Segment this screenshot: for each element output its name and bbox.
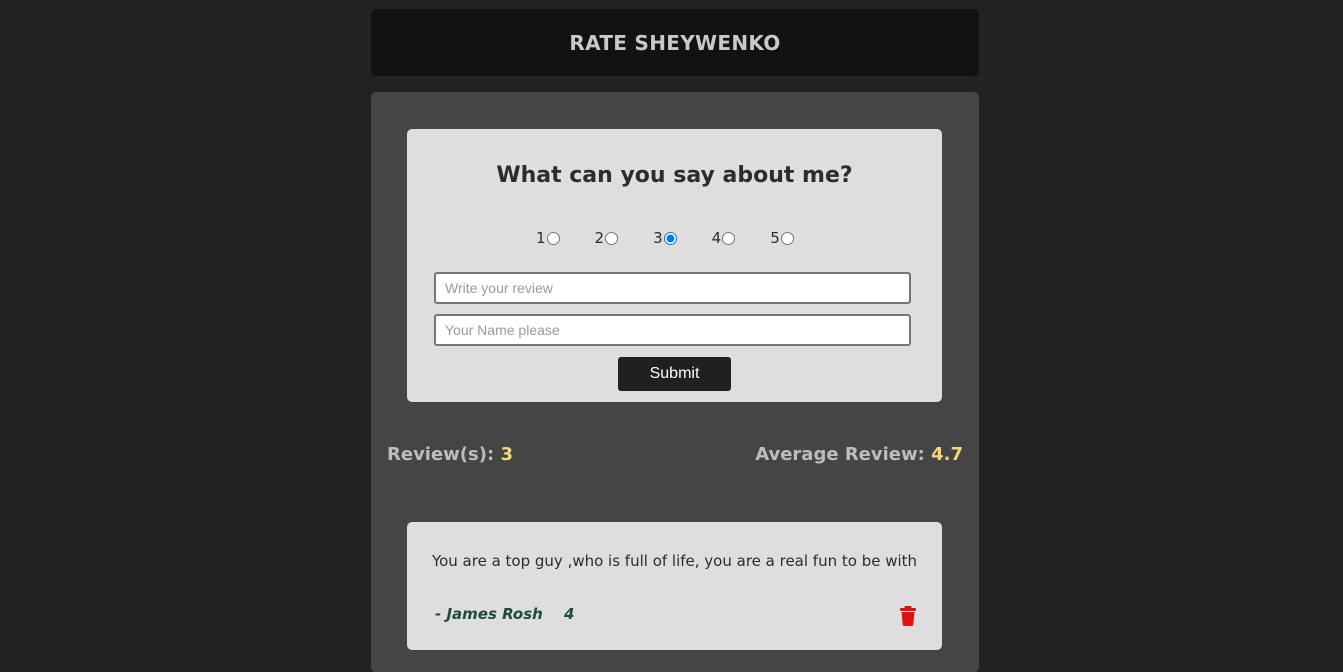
review-form: What can you say about me? 1 2 3 4 5 Wri… — [407, 129, 942, 402]
rating-option-5[interactable]: 5 — [770, 229, 794, 247]
rating-option-4[interactable]: 4 — [712, 229, 736, 247]
review-card: You are a top guy ,who is full of life, … — [407, 522, 942, 650]
review-rating: 4 — [564, 605, 575, 623]
rating-radio-5[interactable] — [780, 231, 794, 245]
average-review-value: 4.7 — [931, 444, 963, 465]
delete-review-button[interactable] — [900, 606, 916, 626]
review-author: - James Rosh — [435, 605, 543, 623]
average-review: Average Review: 4.7 — [755, 444, 963, 465]
trash-icon — [900, 606, 916, 626]
form-heading: What can you say about me? — [496, 163, 853, 188]
page-title: RATE SHEYWENKO — [569, 30, 781, 55]
review-input[interactable] — [434, 272, 911, 304]
rating-option-2[interactable]: 2 — [595, 229, 619, 247]
submit-button[interactable]: Submit — [618, 357, 731, 391]
rating-option-label: 1 — [536, 229, 546, 247]
rating-radio-1[interactable] — [546, 231, 560, 245]
review-text: You are a top guy ,who is full of life, … — [431, 552, 918, 570]
page-header: RATE SHEYWENKO — [371, 9, 979, 76]
rating-option-3[interactable]: 3 — [653, 229, 677, 247]
rating-radio-2[interactable] — [605, 231, 619, 245]
rating-option-label: 3 — [653, 229, 663, 247]
review-count-value: 3 — [500, 444, 513, 465]
rating-option-label: 4 — [711, 229, 722, 247]
rating-radio-3[interactable] — [663, 231, 677, 245]
review-count-label: Review(s): — [387, 444, 495, 465]
rating-radio-4[interactable] — [722, 231, 736, 245]
name-input[interactable] — [434, 314, 911, 346]
average-review-label: Average Review: — [755, 444, 925, 465]
rating-option-1[interactable]: 1 — [536, 229, 560, 247]
rating-option-label: 2 — [594, 229, 605, 247]
review-count: Review(s): 3 — [387, 444, 513, 465]
rating-options: 1 2 3 4 5 — [536, 229, 829, 247]
main-panel: What can you say about me? 1 2 3 4 5 Wri… — [371, 92, 979, 672]
rating-option-label: 5 — [770, 229, 780, 247]
